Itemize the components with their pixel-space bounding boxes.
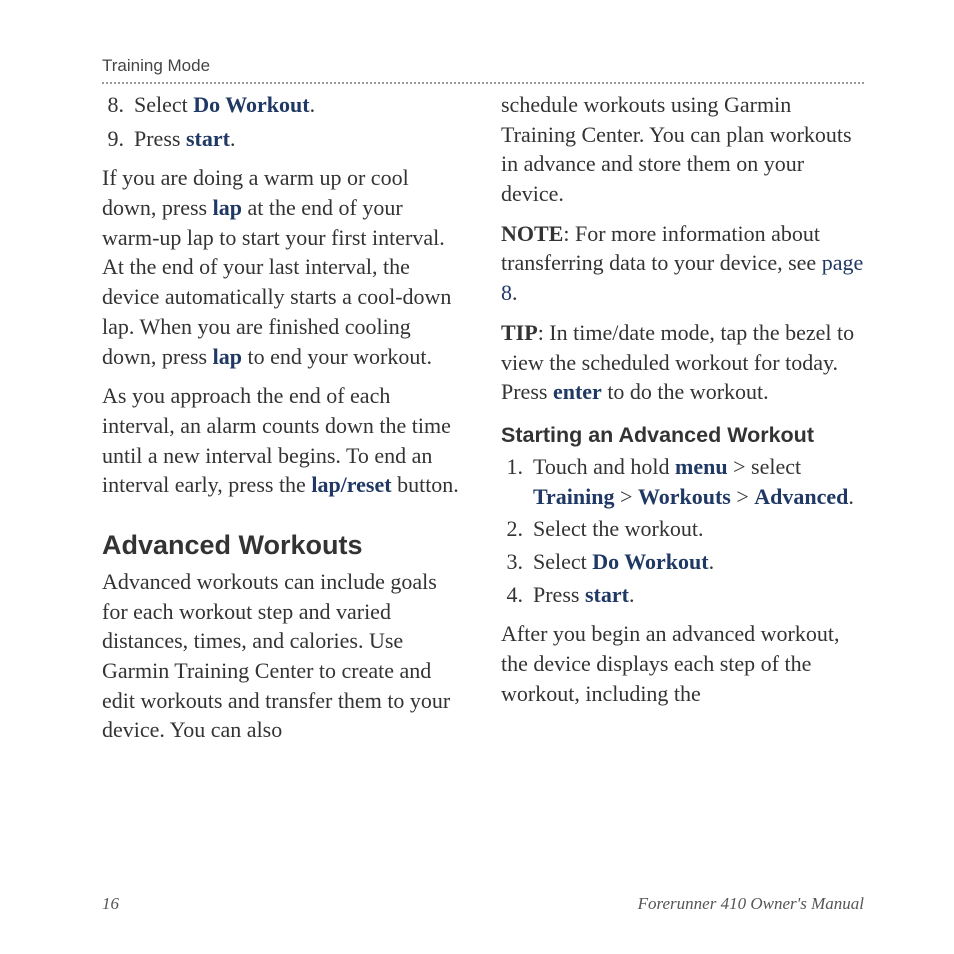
step-body: Press start.: [533, 580, 864, 610]
step-body: Touch and hold menu > select Training > …: [533, 452, 864, 511]
heading-advanced-workouts: Advanced Workouts: [102, 530, 465, 561]
page-footer: 16 Forerunner 410 Owner's Manual: [102, 894, 864, 914]
ui-label-lap: lap: [213, 344, 242, 369]
page-number: 16: [102, 894, 119, 914]
steps-list: 1. Touch and hold menu > select Training…: [501, 452, 864, 609]
step-text: Select: [533, 549, 592, 574]
step-text: > select: [728, 454, 802, 479]
step-number: 1.: [501, 452, 533, 511]
right-column: schedule workouts using Garmin Training …: [501, 90, 864, 755]
step-text: .: [310, 92, 316, 117]
step-text: Press: [533, 582, 585, 607]
step-text: .: [848, 484, 854, 509]
manual-title: Forerunner 410 Owner's Manual: [638, 894, 864, 914]
paragraph: If you are doing a warm up or cool down,…: [102, 163, 465, 371]
para-text: .: [512, 280, 518, 305]
step-text: .: [709, 549, 715, 574]
step-text: Touch and hold: [533, 454, 675, 479]
manual-page: Training Mode 8. Select Do Workout. 9. P…: [0, 0, 954, 795]
step-number: 2.: [501, 514, 533, 544]
content-columns: 8. Select Do Workout. 9. Press start. If…: [102, 90, 864, 755]
step-9: 9. Press start.: [102, 124, 465, 154]
ui-label-start: start: [186, 126, 230, 151]
step-text: >: [731, 484, 754, 509]
ui-label-training: Training: [533, 484, 615, 509]
step-body: Select the workout.: [533, 514, 864, 544]
tip-label: TIP: [501, 320, 538, 345]
ui-label-enter: enter: [553, 379, 602, 404]
heading-starting-advanced: Starting an Advanced Workout: [501, 423, 864, 448]
para-text: button.: [392, 472, 459, 497]
step-3: 3. Select Do Workout.: [501, 547, 864, 577]
step-text: Select: [134, 92, 193, 117]
paragraph: schedule workouts using Garmin Training …: [501, 90, 864, 209]
paragraph: As you approach the end of each interval…: [102, 381, 465, 500]
step-4: 4. Press start.: [501, 580, 864, 610]
page-header: Training Mode: [102, 56, 864, 84]
ui-label-do-workout: Do Workout: [193, 92, 309, 117]
step-1: 1. Touch and hold menu > select Training…: [501, 452, 864, 511]
step-2: 2. Select the workout.: [501, 514, 864, 544]
step-number: 4.: [501, 580, 533, 610]
step-text: >: [615, 484, 638, 509]
header-divider: [102, 82, 864, 84]
ui-label-do-workout: Do Workout: [592, 549, 708, 574]
ui-label-lap-reset: lap/reset: [311, 472, 391, 497]
paragraph: Advanced workouts can include goals for …: [102, 567, 465, 745]
ui-label-menu: menu: [675, 454, 728, 479]
para-text: to do the workout.: [602, 379, 769, 404]
ui-label-workouts: Workouts: [638, 484, 731, 509]
step-body: Press start.: [134, 124, 465, 154]
step-number: 3.: [501, 547, 533, 577]
section-label: Training Mode: [102, 56, 864, 76]
note-label: NOTE: [501, 221, 563, 246]
ui-label-start: start: [585, 582, 629, 607]
step-number: 8.: [102, 90, 134, 120]
para-text: at the end of your warm-up lap to start …: [102, 195, 451, 368]
ui-label-lap: lap: [213, 195, 242, 220]
paragraph: After you begin an advanced workout, the…: [501, 619, 864, 708]
step-8: 8. Select Do Workout.: [102, 90, 465, 120]
tip-paragraph: TIP: In time/date mode, tap the bezel to…: [501, 318, 864, 407]
note-paragraph: NOTE: For more information about transfe…: [501, 219, 864, 308]
step-body: Select Do Workout.: [533, 547, 864, 577]
step-text: .: [230, 126, 236, 151]
step-number: 9.: [102, 124, 134, 154]
step-text: .: [629, 582, 635, 607]
step-body: Select Do Workout.: [134, 90, 465, 120]
left-column: 8. Select Do Workout. 9. Press start. If…: [102, 90, 465, 755]
para-text: to end your workout.: [242, 344, 432, 369]
ui-label-advanced: Advanced: [754, 484, 848, 509]
step-text: Press: [134, 126, 186, 151]
